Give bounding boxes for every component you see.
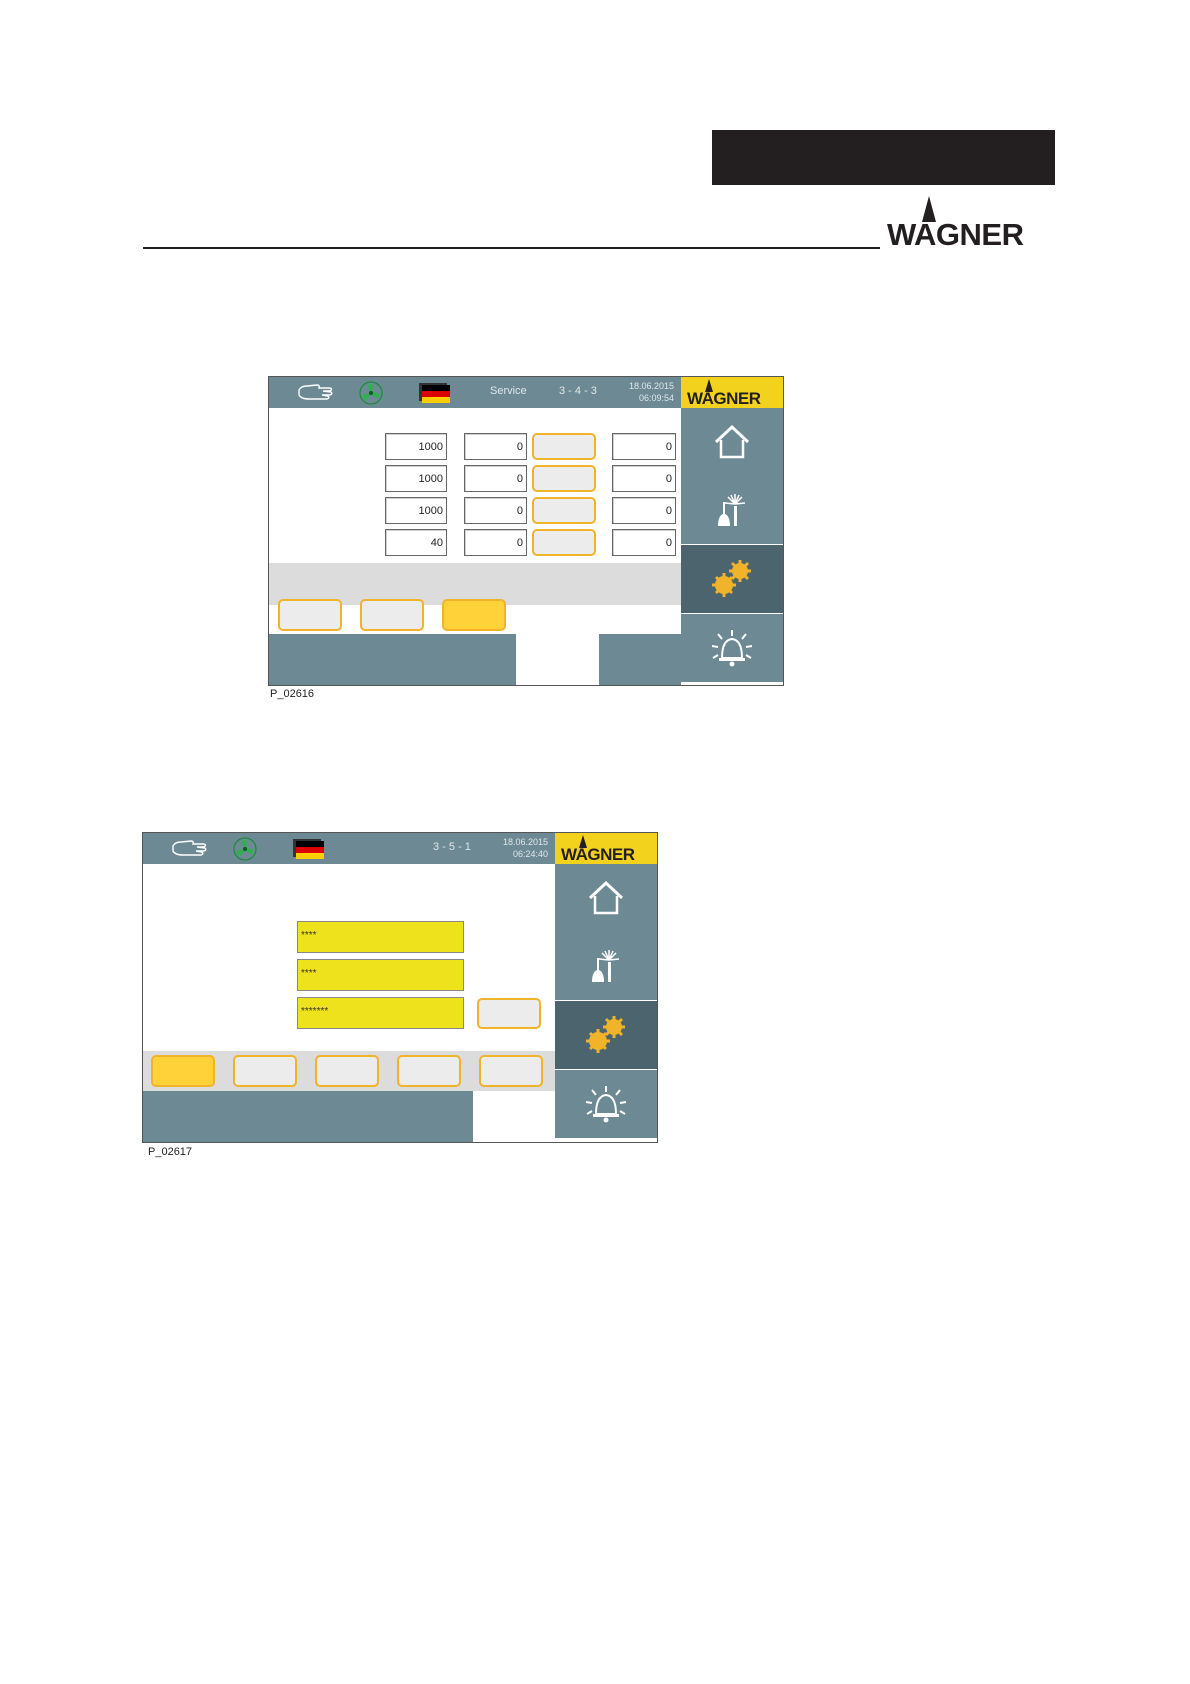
strip-button-4[interactable] bbox=[397, 1055, 461, 1087]
date: 18.06.2015 bbox=[502, 837, 548, 847]
home-icon bbox=[714, 424, 750, 459]
confirm-button[interactable] bbox=[477, 998, 541, 1029]
datetime: 18.06.2015 06:24:40 bbox=[488, 836, 548, 860]
screen-password-3-5-1: 3 - 5 - 1 18.06.2015 06:24:40 WAGNER ***… bbox=[142, 832, 658, 1143]
row1-field-a[interactable]: 1000 bbox=[385, 433, 447, 460]
row2-field-c[interactable]: 0 bbox=[612, 465, 676, 492]
row3-field-a[interactable]: 1000 bbox=[385, 497, 447, 524]
header-black-bar bbox=[712, 130, 1055, 185]
status-topbar: 3 - 5 - 1 18.06.2015 06:24:40 bbox=[143, 833, 555, 864]
time: 06:24:40 bbox=[512, 849, 548, 859]
nav-spray-button[interactable] bbox=[555, 932, 657, 1000]
datetime: 18.06.2015 06:09:54 bbox=[614, 380, 674, 404]
row4-field-a[interactable]: 40 bbox=[385, 529, 447, 556]
row2-field-a[interactable]: 1000 bbox=[385, 465, 447, 492]
row1-field-b[interactable]: 0 bbox=[464, 433, 527, 460]
fan-icon[interactable] bbox=[233, 837, 257, 861]
screen-id: 3 - 5 - 1 bbox=[433, 841, 471, 853]
nav-home-button[interactable] bbox=[681, 408, 783, 476]
german-flag-icon[interactable] bbox=[419, 383, 451, 403]
screen-service-3-4-3: Service 3 - 4 - 3 18.06.2015 06:09:54 WA… bbox=[268, 376, 784, 686]
status-area-right bbox=[599, 634, 681, 685]
home-icon bbox=[588, 880, 624, 915]
row3-field-b[interactable]: 0 bbox=[464, 497, 527, 524]
hand-icon[interactable] bbox=[297, 382, 335, 402]
figure-caption-2: P_02617 bbox=[148, 1146, 193, 1158]
strip-button-1[interactable] bbox=[278, 599, 342, 631]
strip-button-3[interactable] bbox=[315, 1055, 379, 1087]
row3-field-c[interactable]: 0 bbox=[612, 497, 676, 524]
header-rule bbox=[143, 247, 880, 249]
hand-icon[interactable] bbox=[171, 838, 209, 858]
message-area bbox=[269, 634, 516, 685]
date: 18.06.2015 bbox=[628, 381, 674, 391]
nav-spray-button[interactable] bbox=[681, 476, 783, 544]
nav-settings-button[interactable] bbox=[555, 1001, 657, 1069]
german-flag-icon[interactable] bbox=[293, 839, 325, 859]
strip-button-3-active[interactable] bbox=[442, 599, 506, 631]
wagner-logo: WAGNER bbox=[887, 196, 1057, 250]
alarm-bell-icon bbox=[585, 1086, 627, 1123]
screen-title: Service bbox=[490, 385, 527, 397]
row4-field-c[interactable]: 0 bbox=[612, 529, 676, 556]
wagner-logo-text: WAGNER bbox=[561, 845, 635, 864]
alarm-bell-icon bbox=[711, 630, 753, 667]
row1-field-c[interactable]: 0 bbox=[612, 433, 676, 460]
strip-button-1-active[interactable] bbox=[151, 1055, 215, 1087]
strip-button-2[interactable] bbox=[360, 599, 424, 631]
row3-button[interactable] bbox=[532, 497, 596, 524]
gears-icon bbox=[586, 1016, 625, 1053]
nav-alarm-button[interactable] bbox=[555, 1070, 657, 1138]
status-topbar: Service 3 - 4 - 3 18.06.2015 06:09:54 bbox=[269, 377, 681, 408]
strip-button-2[interactable] bbox=[233, 1055, 297, 1087]
nav-settings-button[interactable] bbox=[681, 545, 783, 613]
row2-button[interactable] bbox=[532, 465, 596, 492]
wagner-logo-text: WAGNER bbox=[687, 389, 761, 408]
password-field-1[interactable]: **** bbox=[297, 921, 464, 953]
time: 06:09:54 bbox=[638, 393, 674, 403]
screen-id: 3 - 4 - 3 bbox=[559, 385, 597, 397]
row4-field-b[interactable]: 0 bbox=[464, 529, 527, 556]
wagner-logo: WAGNER bbox=[555, 833, 657, 864]
row4-button[interactable] bbox=[532, 529, 596, 556]
row1-button[interactable] bbox=[532, 433, 596, 460]
spray-gun-icon bbox=[592, 950, 620, 982]
password-field-3[interactable]: ******* bbox=[297, 997, 464, 1029]
spray-gun-icon bbox=[718, 494, 746, 526]
strip-button-5[interactable] bbox=[479, 1055, 543, 1087]
wagner-logo: WAGNER bbox=[681, 377, 783, 408]
nav-alarm-button[interactable] bbox=[681, 614, 783, 682]
fan-icon[interactable] bbox=[359, 381, 383, 405]
wagner-logo-text: WAGNER bbox=[887, 217, 1024, 252]
nav-home-button[interactable] bbox=[555, 864, 657, 932]
row2-field-b[interactable]: 0 bbox=[464, 465, 527, 492]
gears-icon bbox=[712, 560, 751, 597]
figure-caption-1: P_02616 bbox=[270, 688, 315, 700]
password-field-2[interactable]: **** bbox=[297, 959, 464, 991]
message-area bbox=[143, 1091, 473, 1142]
